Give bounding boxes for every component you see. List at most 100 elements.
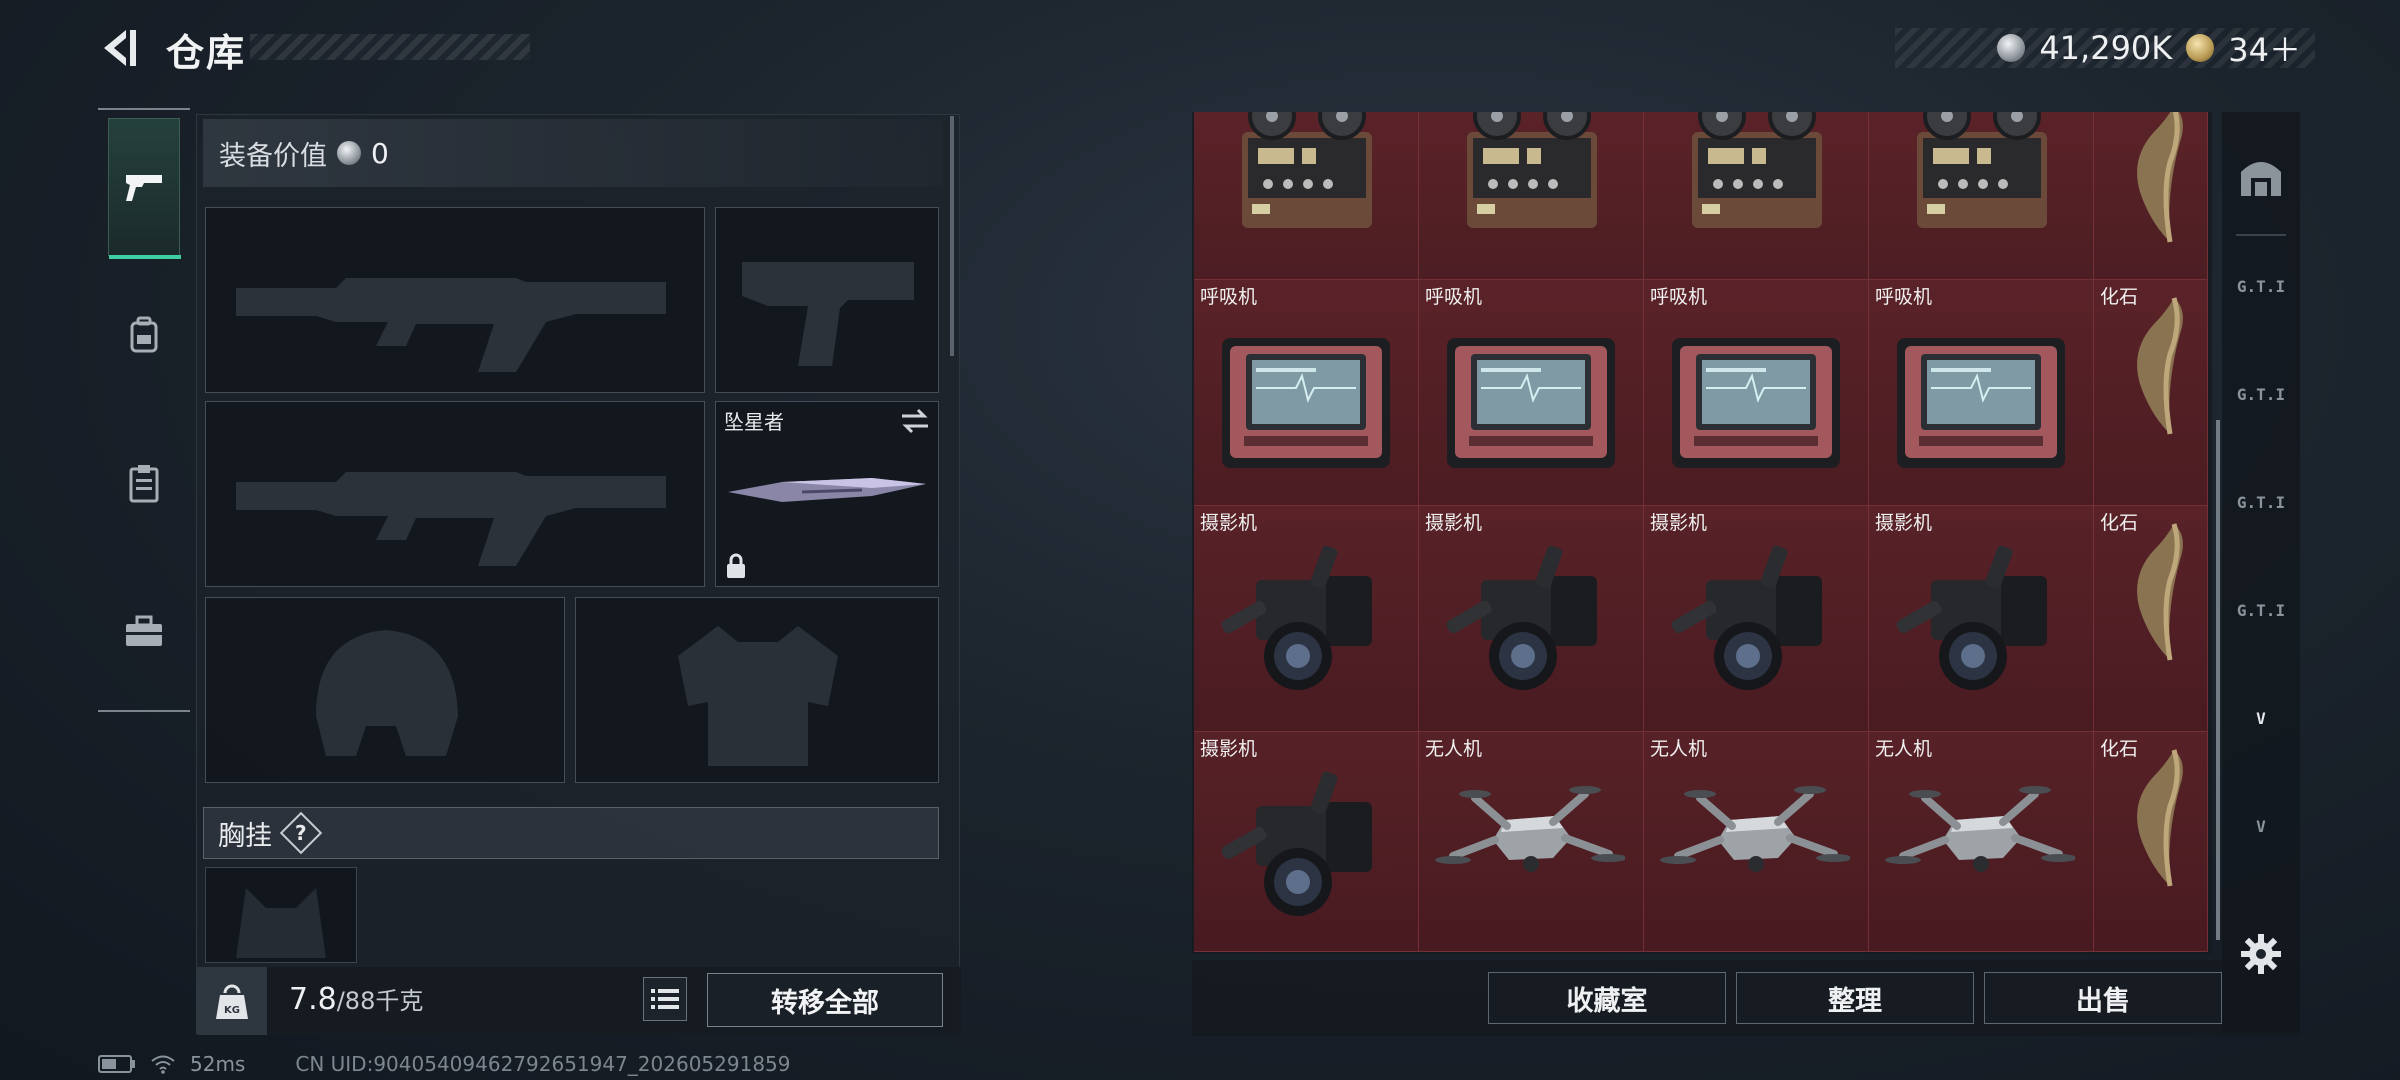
gti-filter-2-icon: G.T.I	[2236, 384, 2286, 404]
tape-recorder-icon	[1242, 112, 1372, 228]
armor-slot[interactable]	[575, 597, 939, 783]
tab-weapons[interactable]	[108, 118, 181, 259]
silver-coin-icon	[1997, 34, 2026, 62]
primary-weapon-slot-2[interactable]	[205, 401, 705, 587]
melee-slot[interactable]: 坠星者	[715, 401, 939, 587]
storage-item-cell[interactable]: 摄影机	[1194, 506, 1419, 732]
drone-icon	[1435, 786, 1625, 872]
film-camera-icon	[1896, 545, 2047, 690]
storage-item-cell[interactable]: 摄影机	[1869, 506, 2094, 732]
back-arrow-icon	[104, 30, 136, 66]
item-name: 化石	[2100, 286, 2139, 308]
ventilator-icon	[1897, 338, 2065, 468]
primary-weapon-slot-1[interactable]	[205, 207, 705, 393]
filter-rail: G.T.I G.T.I G.T.I G.T.I V V	[2222, 112, 2300, 1032]
storage-item-cell[interactable]: 呼吸机	[1644, 280, 1869, 506]
item-name: 摄影机	[1200, 738, 1258, 760]
chest-rig-silhouette-icon	[236, 888, 326, 958]
storage-item-cell[interactable]: 摄影机	[1419, 506, 1644, 732]
storage-item-cell[interactable]: 化石	[2094, 280, 2208, 506]
gold-coin-icon	[2186, 34, 2215, 62]
back-button[interactable]	[96, 24, 144, 72]
helmet-slot[interactable]	[205, 597, 565, 783]
item-name: 化石	[2100, 512, 2139, 534]
film-camera-icon	[1446, 545, 1597, 690]
equipment-value-amount: 0	[371, 136, 389, 170]
film-camera-icon	[1221, 545, 1372, 690]
storage-item-cell[interactable]: 呼吸机	[1419, 280, 1644, 506]
item-name: 呼吸机	[1425, 286, 1483, 308]
transfer-all-button[interactable]: 转移全部	[707, 973, 943, 1027]
title-decoration	[250, 34, 530, 60]
storage-item-cell[interactable]: 摄影机	[1644, 506, 1869, 732]
list-view-button[interactable]	[643, 977, 687, 1021]
film-camera-icon	[1221, 771, 1372, 916]
silver-coin-icon	[337, 141, 361, 165]
gti-filter-3-icon: G.T.I	[2236, 492, 2286, 512]
storage-item-cell[interactable]: 呼吸机	[1194, 280, 1419, 506]
sell-button[interactable]: 出售	[1984, 972, 2222, 1024]
chest-rig-slot[interactable]	[205, 867, 357, 963]
storage-item-cell[interactable]: 化石	[2094, 732, 2208, 952]
filter-gti-4[interactable]: G.T.I	[2230, 564, 2292, 656]
vest-silhouette-icon	[678, 626, 838, 766]
storage-item-cell[interactable]	[1644, 112, 1869, 280]
filter-gti-1[interactable]: G.T.I	[2230, 240, 2292, 332]
settings-button[interactable]	[2230, 908, 2292, 1000]
gold-balance[interactable]: 34＋	[2228, 25, 2301, 71]
rifle-silhouette-icon	[236, 278, 666, 372]
filter-all[interactable]	[2230, 130, 2292, 222]
storage-item-cell[interactable]: 化石	[2094, 506, 2208, 732]
currency-bar: 41,290K 34＋	[1895, 25, 2315, 71]
tab-clipboard[interactable]	[108, 414, 180, 552]
collection-room-button[interactable]: 收藏室	[1488, 972, 1726, 1024]
storage-item-cell[interactable]: 无人机	[1869, 732, 2094, 952]
toolbox-icon	[126, 615, 162, 646]
tab-toolbox[interactable]	[108, 562, 180, 700]
filter-divider	[2236, 234, 2286, 236]
item-name: 呼吸机	[1650, 286, 1708, 308]
item-name: 无人机	[1650, 738, 1708, 760]
filter-gti-2[interactable]: G.T.I	[2230, 348, 2292, 440]
lock-icon	[727, 553, 745, 578]
storage-item-cell[interactable]	[1419, 112, 1644, 280]
backpack-icon	[130, 316, 158, 353]
sort-button[interactable]: 整理	[1736, 972, 1974, 1024]
chest-rig-header: 胸挂 ?	[203, 807, 939, 859]
storage-item-cell[interactable]	[2094, 112, 2208, 280]
settings-gear-icon	[2241, 934, 2281, 974]
filter-v-1[interactable]: V	[2230, 672, 2292, 764]
storage-item-cell[interactable]	[1194, 112, 1419, 280]
loadout-scrollbar[interactable]	[950, 116, 954, 356]
silver-balance: 41,290K	[2039, 29, 2173, 67]
storage-item-cell[interactable]: 无人机	[1419, 732, 1644, 952]
chest-rig-label: 胸挂	[218, 820, 272, 852]
item-name: 呼吸机	[1200, 286, 1258, 308]
weight-capacity: /88千克	[336, 987, 424, 1015]
storage-scrollbar[interactable]	[2216, 420, 2220, 940]
gti-filter-1-icon: G.T.I	[2236, 276, 2286, 296]
storage-item-cell[interactable]	[1869, 112, 2094, 280]
item-name: 呼吸机	[1875, 286, 1933, 308]
wifi-icon	[151, 1055, 175, 1074]
pistol-slot[interactable]	[715, 207, 939, 393]
category-tabs	[98, 108, 190, 712]
knife-icon	[728, 478, 926, 502]
swap-icon[interactable]	[900, 408, 930, 434]
svg-text:KG: KG	[224, 1005, 240, 1016]
storage-item-cell[interactable]: 无人机	[1644, 732, 1869, 952]
tab-backpack[interactable]	[108, 266, 180, 404]
tape-recorder-icon	[1467, 112, 1597, 228]
weight-icon: KG	[197, 967, 267, 1035]
gti-filter-4-icon: G.T.I	[2236, 600, 2286, 620]
filter-v-2[interactable]: V	[2230, 780, 2292, 872]
drone-icon	[1660, 786, 1850, 872]
rifle-silhouette-icon	[236, 472, 666, 566]
item-name: 无人机	[1875, 738, 1933, 760]
storage-item-cell[interactable]: 呼吸机	[1869, 280, 2094, 506]
battery-icon	[98, 1055, 135, 1073]
tape-recorder-icon	[1692, 112, 1822, 228]
filter-gti-3[interactable]: G.T.I	[2230, 456, 2292, 548]
chest-rig-help-icon[interactable]: ?	[279, 811, 323, 855]
storage-item-cell[interactable]: 摄影机	[1194, 732, 1419, 952]
